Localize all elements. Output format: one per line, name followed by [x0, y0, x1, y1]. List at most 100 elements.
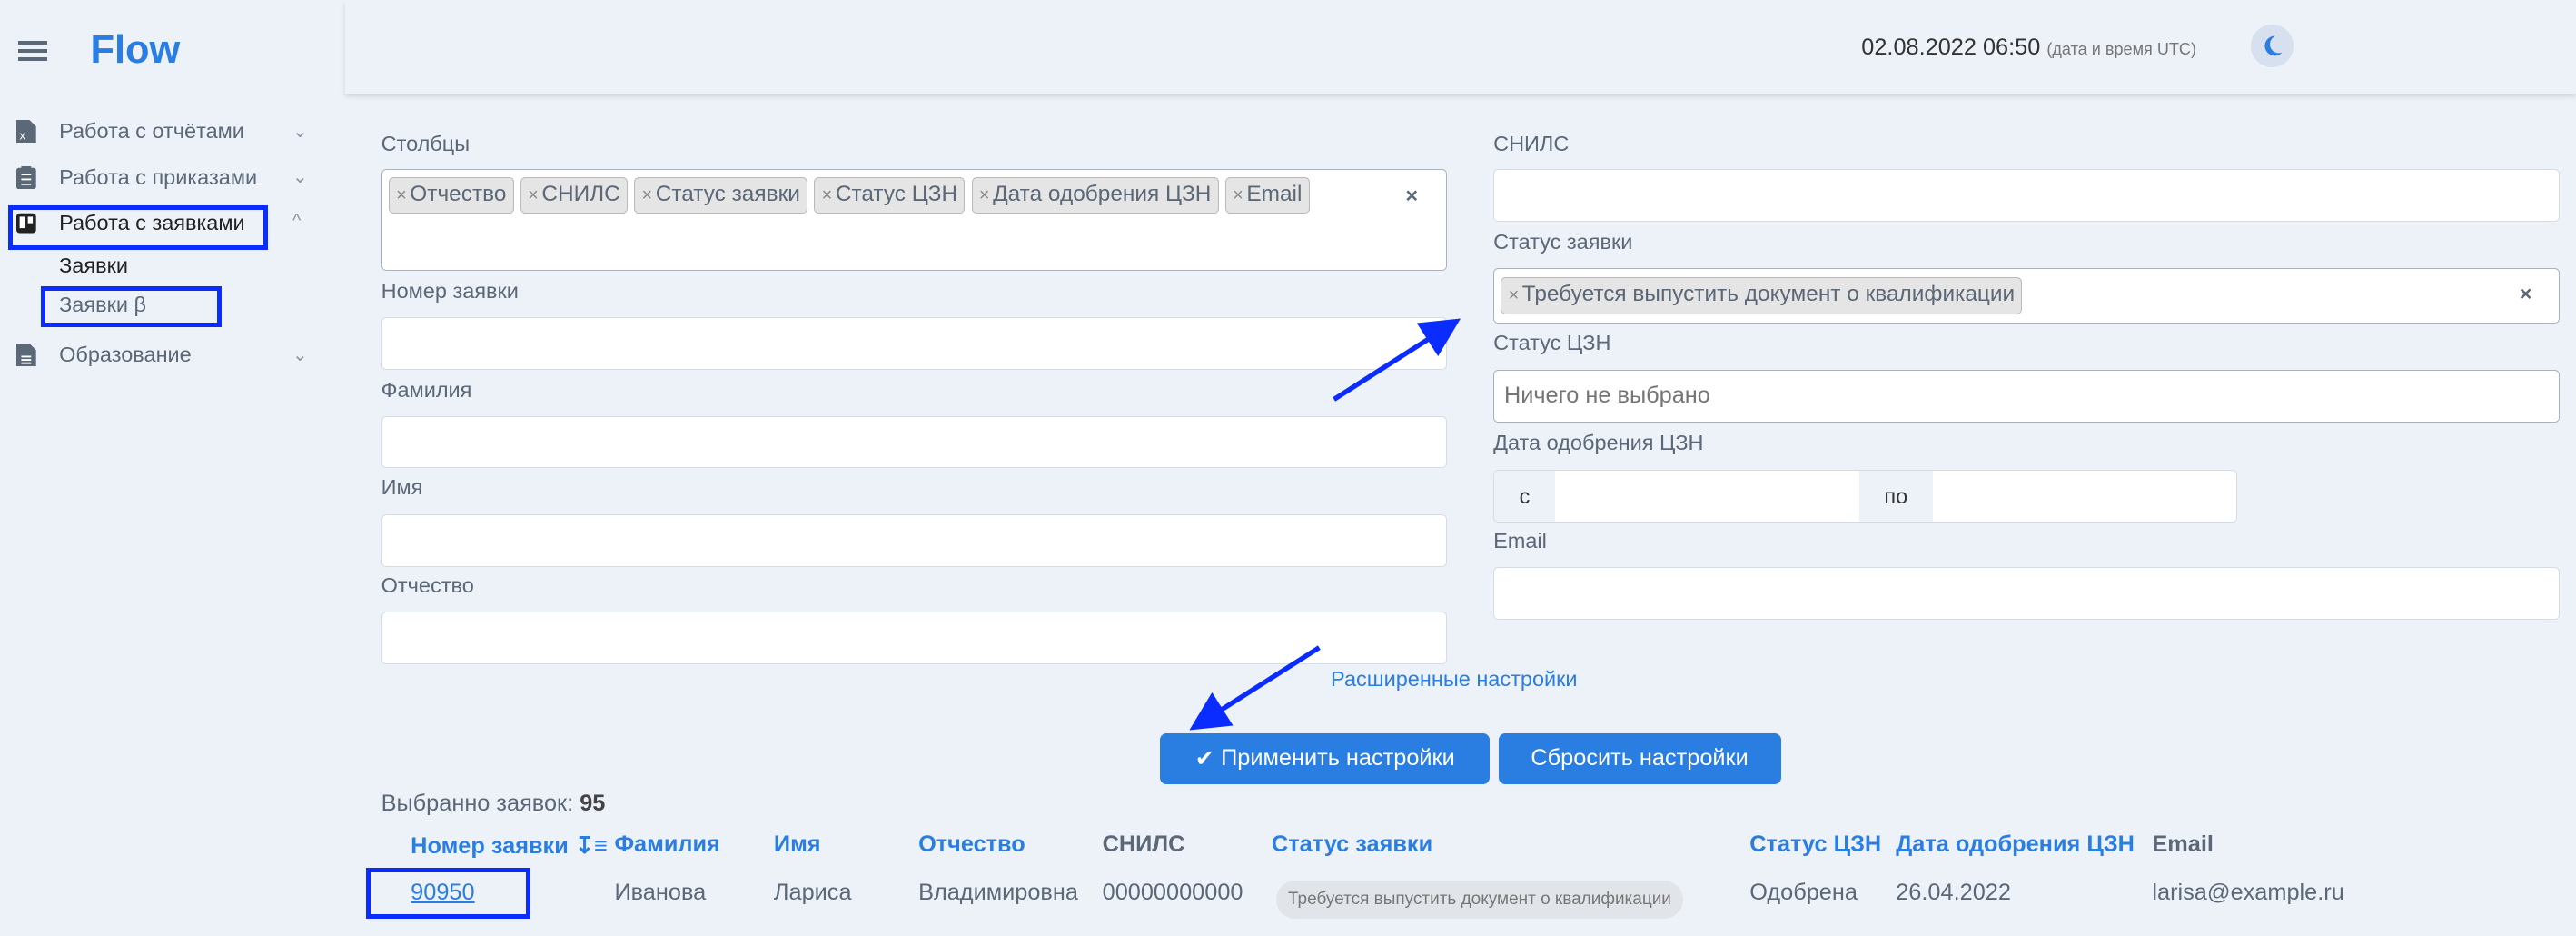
chevron-down-icon: ⌄	[292, 121, 308, 142]
sidebar-item-reports[interactable]: x Работа с отчётами ⌄	[16, 115, 312, 148]
column-header-czn-date[interactable]: Дата одобрения ЦЗН	[1896, 831, 2135, 858]
file-excel-icon: x	[16, 120, 36, 144]
sidebar-item-label: Образование	[59, 343, 192, 367]
column-header-firstname[interactable]: Имя	[774, 831, 821, 858]
snils-input[interactable]	[1493, 169, 2560, 223]
column-header-email: Email	[2152, 831, 2214, 858]
tag-label: СНИЛС	[541, 182, 620, 207]
tag-label: Требуется выпустить документ о квалифика…	[1521, 282, 2016, 307]
annotation-box	[8, 205, 268, 250]
moon-icon	[2264, 35, 2283, 56]
sidebar-item-orders[interactable]: Работа с приказами ⌄	[16, 161, 312, 194]
results-count-label: Выбранно заявок:	[381, 790, 574, 816]
column-header-lastname[interactable]: Фамилия	[614, 831, 719, 858]
apply-label: Применить настройки	[1221, 745, 1455, 772]
file-text-icon	[16, 344, 36, 367]
remove-tag-icon[interactable]: ×	[528, 185, 539, 205]
datetime-note: (дата и время UTC)	[2046, 39, 2196, 58]
status-badge: Требуется выпустить документ о квалифика…	[1276, 881, 1683, 920]
date-to-addon: по	[1858, 471, 1934, 523]
clipboard-list-icon	[16, 165, 36, 189]
column-header-czn-status[interactable]: Статус ЦЗН	[1749, 831, 1881, 858]
clear-columns-icon[interactable]: ×	[1405, 184, 1418, 208]
czn-status-label: Статус ЦЗН	[1493, 330, 1611, 354]
cell-lastname: Иванова	[614, 879, 707, 905]
sort-desc-icon[interactable]: ↧≡	[575, 833, 608, 859]
theme-toggle-button[interactable]	[2250, 25, 2294, 68]
date-from-addon: с	[1494, 471, 1556, 523]
tag-label: Статус ЦЗН	[835, 182, 958, 207]
cell-firstname: Лариса	[773, 879, 852, 905]
status-label: Статус заявки	[1493, 230, 1633, 254]
lastname-label: Фамилия	[381, 378, 472, 402]
column-tag[interactable]: × СНИЛС	[520, 176, 628, 214]
remove-tag-icon[interactable]: ×	[396, 185, 407, 205]
column-header-snils: СНИЛС	[1102, 831, 1185, 858]
datetime-value: 02.08.2022 06:50	[1861, 34, 2041, 60]
chevron-down-icon: ⌄	[292, 344, 308, 365]
tag-label: Отчество	[410, 182, 507, 207]
results-count-value: 95	[580, 790, 606, 816]
status-tag[interactable]: × Требуется выпустить документ о квалифик…	[1501, 276, 2023, 314]
app-logo[interactable]: Flow	[90, 28, 180, 73]
top-bar	[344, 0, 2576, 95]
patronymic-input[interactable]	[381, 611, 1448, 664]
sidebar-item-education[interactable]: Образование ⌄	[16, 339, 312, 372]
column-tag[interactable]: × Отчество	[388, 176, 514, 214]
sidebar-subitem-applications[interactable]: Заявки	[59, 254, 128, 278]
date-to-input[interactable]	[1933, 471, 2237, 523]
snils-label: СНИЛС	[1493, 131, 1570, 155]
annotation-box	[366, 867, 531, 920]
column-header-number[interactable]: Номер заявки ↧≡	[411, 831, 608, 860]
column-tag[interactable]: × Email	[1224, 176, 1310, 214]
remove-tag-icon[interactable]: ×	[979, 185, 990, 205]
column-tag[interactable]: × Статус заявки	[634, 176, 808, 214]
lastname-input[interactable]	[381, 415, 1448, 469]
czn-date-label: Дата одобрения ЦЗН	[1493, 430, 1704, 454]
advanced-settings-link[interactable]: Расширенные настройки	[1331, 667, 1578, 692]
cell-czn-status: Одобрена	[1749, 879, 1858, 905]
columns-label: Столбцы	[381, 131, 471, 155]
tag-label: Email	[1246, 182, 1303, 207]
annotation-box	[41, 285, 223, 327]
chevron-down-icon: ⌄	[292, 167, 308, 188]
patronymic-label: Отчество	[381, 573, 474, 598]
datetime: 02.08.2022 06:50 (дата и время UTC)	[1861, 35, 2196, 61]
reset-settings-button[interactable]: Сбросить настройки	[1498, 732, 1781, 784]
remove-tag-icon[interactable]: ×	[641, 185, 652, 205]
status-multiselect[interactable]: × Требуется выпустить документ о квалифик…	[1493, 267, 2560, 324]
hamburger-menu-icon[interactable]	[17, 41, 48, 65]
firstname-label: Имя	[381, 474, 423, 499]
email-label: Email	[1493, 529, 1547, 553]
tag-label: Дата одобрения ЦЗН	[993, 182, 1212, 207]
header-label: Номер заявки	[411, 833, 569, 860]
email-input[interactable]	[1493, 567, 2560, 620]
cell-czn-date: 26.04.2022	[1896, 879, 2011, 905]
remove-tag-icon[interactable]: ×	[822, 185, 833, 205]
number-input[interactable]	[381, 317, 1448, 370]
check-icon: ✔	[1194, 746, 1214, 772]
column-header-patronymic[interactable]: Отчество	[918, 831, 1025, 858]
firstname-input[interactable]	[381, 514, 1448, 567]
tag-label: Статус заявки	[655, 182, 800, 207]
svg-text:x: x	[20, 130, 26, 143]
remove-tag-icon[interactable]: ×	[1233, 185, 1243, 205]
czn-status-select[interactable]	[1493, 369, 2560, 423]
column-tag[interactable]: × Статус ЦЗН	[814, 176, 966, 214]
column-tag[interactable]: × Дата одобрения ЦЗН	[971, 176, 1219, 214]
apply-settings-button[interactable]: ✔ Применить настройки	[1159, 732, 1491, 784]
date-from-input[interactable]	[1555, 471, 1859, 523]
cell-patronymic: Владимировна	[918, 879, 1078, 905]
cell-snils: 00000000000	[1102, 879, 1243, 905]
remove-tag-icon[interactable]: ×	[1509, 285, 1520, 305]
clear-status-icon[interactable]: ×	[2520, 282, 2532, 306]
sidebar-item-label: Работа с приказами	[59, 164, 258, 189]
results-count: Выбранно заявок: 95	[381, 791, 606, 817]
sidebar-item-label: Работа с отчётами	[59, 119, 244, 144]
app-root: Flow 02.08.2022 06:50 (дата и время UTC)…	[0, 0, 2576, 936]
columns-multiselect[interactable]: × Отчество × СНИЛС × Статус заявки × Статус ЦЗН…	[381, 169, 1448, 272]
number-label: Номер заявки	[381, 279, 519, 304]
cell-email: larisa@example.ru	[2152, 879, 2344, 905]
column-header-status[interactable]: Статус заявки	[1272, 831, 1432, 858]
czn-date-range: с по	[1493, 470, 2238, 523]
